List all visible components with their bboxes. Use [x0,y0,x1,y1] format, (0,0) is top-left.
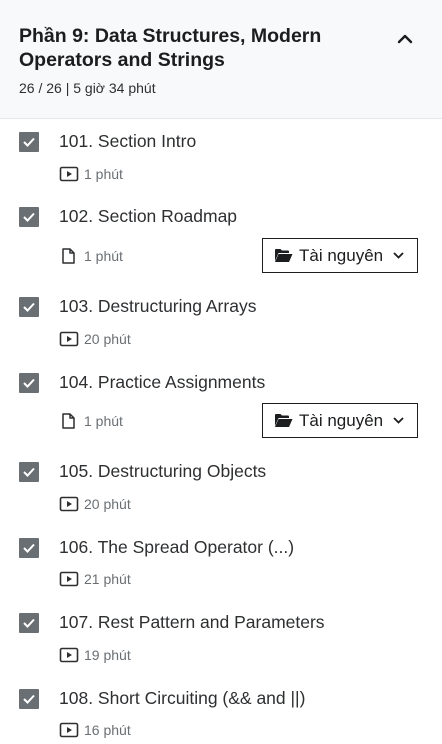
lecture-item[interactable]: 102. Section Roadmap 1 phút Tài nguyên [0,194,442,284]
lecture-item[interactable]: 106. The Spread Operator (...) 21 phút [0,525,442,600]
resources-label: Tài nguyên [299,245,384,265]
completed-checkbox[interactable] [19,207,39,227]
check-icon [23,378,35,388]
lecture-title[interactable]: 107. Rest Pattern and Parameters [59,611,325,633]
folder-open-icon [275,414,293,427]
section-title: Phần 9: Data Structures, Modern Operator… [19,25,322,71]
folder-open-icon [275,249,293,262]
completed-checkbox[interactable] [19,373,39,393]
lecture-title[interactable]: 103. Destructuring Arrays [59,295,256,317]
section-header[interactable]: Phần 9: Data Structures, Modern Operator… [0,0,442,119]
chevron-down-icon [393,252,404,259]
resources-dropdown-button[interactable]: Tài nguyên [262,238,418,273]
check-icon [23,137,35,147]
lecture-title[interactable]: 101. Section Intro [59,130,196,152]
collapse-button[interactable] [392,27,418,51]
video-icon [59,166,79,182]
lecture-item[interactable]: 108. Short Circuiting (&& and ||) 16 phú… [0,676,442,744]
lecture-title[interactable]: 102. Section Roadmap [59,205,237,227]
file-icon [62,248,75,264]
completed-checkbox[interactable] [19,462,39,482]
lecture-item[interactable]: 104. Practice Assignments 1 phút Tài ngu… [0,360,442,449]
lecture-duration: 19 phút [84,647,131,663]
completed-checkbox[interactable] [19,132,39,152]
check-icon [23,543,35,553]
file-icon [62,413,75,429]
completed-checkbox[interactable] [19,613,39,633]
lecture-duration: 16 phút [84,722,131,738]
resources-label: Tài nguyên [299,410,384,430]
completed-checkbox[interactable] [19,689,39,709]
video-icon [59,647,79,663]
lecture-title[interactable]: 104. Practice Assignments [59,371,265,393]
lecture-item[interactable]: 101. Section Intro 1 phút [0,119,442,194]
lecture-title[interactable]: 108. Short Circuiting (&& and ||) [59,687,305,709]
lecture-duration: 20 phút [84,496,131,512]
completed-checkbox[interactable] [19,297,39,317]
lecture-duration: 1 phút [84,166,123,182]
lecture-item[interactable]: 105. Destructuring Objects 20 phút [0,449,442,525]
check-icon [23,694,35,704]
resources-dropdown-button[interactable]: Tài nguyên [262,403,418,438]
chevron-up-icon [397,34,413,44]
section-meta: 26 / 26 | 5 giờ 34 phút [19,80,156,96]
check-icon [23,467,35,477]
video-icon [59,571,79,587]
video-icon [59,331,79,347]
video-icon [59,722,79,738]
lecture-item[interactable]: 107. Rest Pattern and Parameters 19 phút [0,600,442,676]
video-icon [59,496,79,512]
lecture-title[interactable]: 106. The Spread Operator (...) [59,536,294,558]
check-icon [23,212,35,222]
chevron-down-icon [393,417,404,424]
lecture-duration: 1 phút [84,413,123,429]
check-icon [23,618,35,628]
lecture-duration: 1 phút [84,248,123,264]
lecture-item[interactable]: 103. Destructuring Arrays 20 phút [0,284,442,360]
lecture-duration: 21 phút [84,571,131,587]
lecture-duration: 20 phút [84,331,131,347]
check-icon [23,302,35,312]
completed-checkbox[interactable] [19,538,39,558]
lecture-title[interactable]: 105. Destructuring Objects [59,460,266,482]
